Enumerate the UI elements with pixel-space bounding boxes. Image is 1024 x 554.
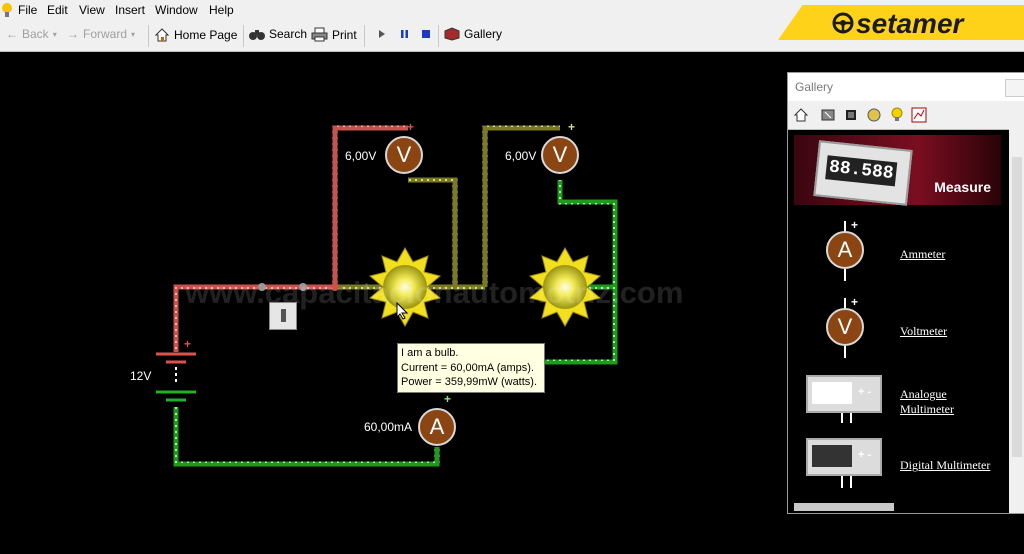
gallery-label: Gallery [464, 27, 503, 41]
tooltip-line: Power = 359,99mW (watts). [401, 376, 538, 388]
components-icon[interactable] [820, 107, 836, 123]
home-icon[interactable] [793, 107, 809, 123]
chevron-down-icon: ▾ [52, 29, 57, 39]
toolbar-divider [243, 25, 244, 47]
gallery-titlebar: Gallery [788, 73, 1024, 101]
ammeter[interactable]: A [418, 408, 456, 446]
menu-file[interactable]: File [18, 3, 37, 17]
lead-line [841, 476, 843, 488]
stop-button[interactable] [421, 29, 431, 39]
ammeter-label[interactable]: Ammeter [900, 247, 945, 262]
voltmeter2-plus: + [568, 120, 576, 134]
toolbar-divider [438, 25, 439, 47]
logo-text: setamer [856, 8, 964, 39]
measure-header: 88.588 Measure [794, 135, 1001, 206]
menu-window[interactable]: Window [155, 3, 198, 17]
back-button[interactable]: ← Back ▾ [6, 27, 57, 41]
stop-icon [422, 30, 430, 38]
battery[interactable] [156, 352, 196, 402]
plus-minus-sign: + - [858, 449, 872, 461]
lead-line [844, 346, 846, 358]
digital-multimeter-label[interactable]: Digital Multimeter [900, 458, 990, 473]
digital-display [812, 445, 852, 467]
voltmeter-label[interactable]: Voltmeter [900, 324, 947, 339]
gallery-panel: Gallery 88.588 Measure + A Ammeter + V V… [787, 72, 1024, 514]
gallery-scrollbar[interactable] [1009, 129, 1024, 513]
play-icon [379, 30, 385, 38]
gallery-title: Gallery [795, 80, 834, 94]
search-button[interactable]: Search [249, 27, 307, 41]
menu-edit[interactable]: Edit [47, 3, 68, 17]
tooltip-line: Current = 60,00mA (amps). [401, 361, 534, 374]
graph-icon[interactable] [911, 107, 927, 123]
voltmeter1-plus: + [407, 120, 415, 134]
multimeter-display: 88.588 [825, 155, 898, 187]
steering-wheel-icon [832, 12, 854, 34]
watermark: www.capacitacionautomotriz.com [185, 275, 684, 310]
bulb-icon [2, 3, 12, 17]
close-button[interactable] [1005, 79, 1024, 97]
menu-insert[interactable]: Insert [115, 3, 145, 17]
plus-sign: + [851, 218, 859, 232]
arrow-right-icon: → [67, 27, 79, 41]
printer-icon [311, 27, 328, 42]
tooltip-line: I am a bulb. [401, 347, 459, 359]
print-label: Print [332, 27, 357, 42]
label-line: Analogue [900, 387, 947, 401]
battery-voltage: 12V [130, 369, 152, 383]
gallery-toolbar [788, 101, 1024, 130]
back-label: Back [22, 27, 49, 41]
voltmeter-1[interactable]: V [385, 136, 423, 174]
plus-minus-sign: + - [858, 386, 872, 398]
ammeter-reading: 60,00mA [364, 420, 413, 434]
lead-line [850, 476, 852, 488]
battery-plus: + [184, 337, 192, 351]
toolbar-divider [148, 25, 149, 47]
digital-multimeter-icon: + - [806, 438, 882, 476]
analogue-multimeter-icon: + - [806, 375, 882, 413]
gallery-icon [444, 27, 460, 41]
home-page-button[interactable]: Home Page [154, 27, 237, 43]
forward-label: Forward [83, 27, 128, 41]
pause-icon [401, 30, 408, 38]
voltmeter1-reading: 6,00V [345, 149, 377, 163]
play-button[interactable] [378, 29, 386, 39]
menu-help[interactable]: Help [209, 3, 234, 17]
switch[interactable] [269, 302, 297, 330]
voltmeter2-reading: 6,00V [505, 149, 537, 163]
circle-component-icon[interactable] [866, 107, 882, 123]
multimeter-image: 88.588 [813, 140, 913, 206]
chevron-down-icon: ▾ [131, 29, 136, 39]
lead-line [841, 413, 843, 423]
binoculars-icon [249, 30, 265, 40]
plus-sign: + [851, 295, 859, 309]
scrollbar-thumb[interactable] [1012, 157, 1022, 457]
lead-line [844, 269, 846, 281]
toolbar-divider [364, 25, 365, 47]
home-page-label: Home Page [174, 28, 238, 42]
chip-icon[interactable] [843, 107, 859, 123]
lightbulb-icon[interactable] [889, 107, 905, 123]
menu-view[interactable]: View [79, 3, 105, 17]
setamer-logo: setamer [778, 5, 1024, 40]
analogue-dial [812, 382, 852, 404]
mouse-cursor-icon [396, 302, 408, 320]
ammeter-icon: A [826, 231, 864, 269]
gallery-button[interactable]: Gallery [444, 27, 502, 41]
ammeter-plus: + [444, 392, 452, 406]
forward-button[interactable]: → Forward ▾ [67, 27, 135, 41]
home-icon [154, 28, 170, 42]
label-line: Multimeter [900, 402, 954, 416]
bulb-tooltip: I am a bulb. Current = 60,00mA (amps). P… [397, 343, 545, 393]
next-item-preview [794, 503, 894, 511]
arrow-left-icon: ← [6, 27, 18, 41]
lead-line [850, 413, 852, 423]
pause-button[interactable] [400, 29, 409, 39]
print-button[interactable]: Print [311, 27, 357, 42]
search-label: Search [269, 27, 308, 41]
analogue-multimeter-label[interactable]: Analogue Multimeter [900, 387, 954, 417]
measure-title: Measure [934, 179, 991, 195]
voltmeter-icon: V [826, 308, 864, 346]
voltmeter-2[interactable]: V [541, 136, 579, 174]
